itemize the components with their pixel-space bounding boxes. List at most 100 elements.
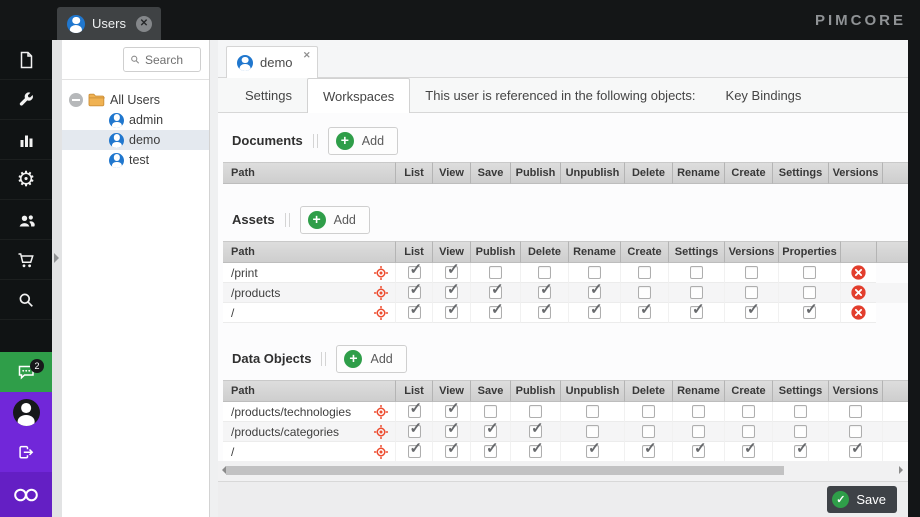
sidebar-item-logout[interactable] xyxy=(0,432,52,472)
column-header-path[interactable]: Path xyxy=(223,380,395,402)
column-header-settings[interactable]: Settings xyxy=(772,380,828,402)
permission-checkbox[interactable] xyxy=(794,442,809,458)
column-header-delete[interactable]: Delete xyxy=(624,380,672,402)
permission-checkbox[interactable] xyxy=(692,442,707,458)
column-header-view[interactable]: View xyxy=(432,241,470,263)
column-header-list[interactable]: List xyxy=(395,241,432,263)
remove-row-icon[interactable] xyxy=(851,285,866,300)
permission-checkbox[interactable] xyxy=(588,265,601,279)
add-assets-workspace-button[interactable]: + Add xyxy=(299,205,370,234)
column-header-create[interactable]: Create xyxy=(724,380,772,402)
column-header-delete[interactable]: Delete xyxy=(624,162,672,184)
permission-checkbox[interactable] xyxy=(642,424,655,438)
permission-checkbox[interactable] xyxy=(642,442,657,458)
column-header-view[interactable]: View xyxy=(432,162,470,184)
tree-node-all-users[interactable]: All Users xyxy=(62,90,209,110)
column-header-path[interactable]: Path xyxy=(223,162,395,184)
tree-node-admin[interactable]: admin xyxy=(62,110,209,130)
permission-checkbox[interactable] xyxy=(407,442,422,458)
permission-checkbox[interactable] xyxy=(407,402,422,418)
sidebar-item-notifications[interactable]: 2 xyxy=(0,352,52,392)
permission-checkbox[interactable] xyxy=(849,442,864,458)
permission-checkbox[interactable] xyxy=(803,285,816,299)
permission-checkbox[interactable] xyxy=(588,303,603,319)
column-header-list[interactable]: List xyxy=(395,162,432,184)
sidebar-item-documents[interactable] xyxy=(0,40,52,80)
permission-checkbox[interactable] xyxy=(445,402,460,418)
permission-checkbox[interactable] xyxy=(445,422,460,438)
sidebar-splitter[interactable] xyxy=(52,40,62,517)
sidebar-item-account[interactable] xyxy=(0,392,52,432)
sidebar-item-settings[interactable]: ⚙ xyxy=(0,160,52,200)
permission-checkbox[interactable] xyxy=(445,283,460,299)
permission-checkbox[interactable] xyxy=(529,442,544,458)
tab-settings[interactable]: Settings xyxy=(230,78,307,112)
column-header-create[interactable]: Create xyxy=(724,162,772,184)
column-header-unpublish[interactable]: Unpublish xyxy=(560,162,624,184)
column-header-rename[interactable]: Rename xyxy=(568,241,620,263)
permission-checkbox[interactable] xyxy=(849,404,862,418)
permission-checkbox[interactable] xyxy=(489,265,502,279)
permission-checkbox[interactable] xyxy=(489,303,504,319)
column-header-create[interactable]: Create xyxy=(620,241,668,263)
add-objects-workspace-button[interactable]: + Add xyxy=(336,344,407,373)
column-header-versions[interactable]: Versions xyxy=(828,162,882,184)
tab-key-bindings[interactable]: Key Bindings xyxy=(711,78,817,112)
sidebar-item-tools[interactable] xyxy=(0,80,52,120)
column-header-list[interactable]: List xyxy=(395,380,432,402)
tree-splitter[interactable] xyxy=(210,40,218,517)
scroll-left-arrow[interactable] xyxy=(218,466,226,474)
sidebar-item-ecommerce[interactable] xyxy=(0,240,52,280)
users-window-tab[interactable]: Users ✕ xyxy=(57,7,161,40)
locate-icon[interactable] xyxy=(374,305,388,320)
permission-checkbox[interactable] xyxy=(745,303,760,319)
sidebar-item-reports[interactable] xyxy=(0,120,52,160)
permission-checkbox[interactable] xyxy=(529,404,542,418)
column-header-publish[interactable]: Publish xyxy=(510,380,560,402)
permission-checkbox[interactable] xyxy=(742,424,755,438)
permission-checkbox[interactable] xyxy=(794,424,807,438)
column-header-settings[interactable]: Settings xyxy=(772,162,828,184)
permission-checkbox[interactable] xyxy=(586,442,601,458)
permission-checkbox[interactable] xyxy=(538,283,553,299)
remove-row-cell[interactable] xyxy=(840,283,876,303)
permission-checkbox[interactable] xyxy=(484,404,497,418)
permission-checkbox[interactable] xyxy=(407,263,422,279)
permission-checkbox[interactable] xyxy=(638,285,651,299)
sidebar-item-users[interactable] xyxy=(0,200,52,240)
permission-checkbox[interactable] xyxy=(445,263,460,279)
permission-checkbox[interactable] xyxy=(407,283,422,299)
remove-row-cell[interactable] xyxy=(840,303,876,323)
column-header-view[interactable]: View xyxy=(432,380,470,402)
permission-checkbox[interactable] xyxy=(489,283,504,299)
column-header-versions[interactable]: Versions xyxy=(828,380,882,402)
permission-checkbox[interactable] xyxy=(745,265,758,279)
permission-checkbox[interactable] xyxy=(803,303,818,319)
locate-icon[interactable] xyxy=(374,265,388,280)
permission-checkbox[interactable] xyxy=(692,424,705,438)
horizontal-scrollbar[interactable] xyxy=(218,461,908,481)
save-button[interactable]: ✓ Save xyxy=(827,486,897,513)
column-header-unpublish[interactable]: Unpublish xyxy=(560,380,624,402)
permission-checkbox[interactable] xyxy=(745,285,758,299)
locate-icon[interactable] xyxy=(374,424,388,439)
tree-search-field[interactable] xyxy=(123,47,201,72)
remove-row-icon[interactable] xyxy=(851,305,866,320)
locate-icon[interactable] xyxy=(374,444,388,459)
permission-checkbox[interactable] xyxy=(638,303,653,319)
column-header-rename[interactable]: Rename xyxy=(672,380,724,402)
column-header-settings[interactable]: Settings xyxy=(668,241,724,263)
permission-checkbox[interactable] xyxy=(794,404,807,418)
permission-checkbox[interactable] xyxy=(742,404,755,418)
scrollbar-thumb[interactable] xyxy=(226,466,784,475)
tree-node-demo[interactable]: demo xyxy=(62,130,209,150)
column-header-rename[interactable]: Rename xyxy=(672,162,724,184)
permission-checkbox[interactable] xyxy=(690,285,703,299)
column-header-versions[interactable]: Versions xyxy=(724,241,778,263)
scroll-right-arrow[interactable] xyxy=(899,466,907,474)
locate-icon[interactable] xyxy=(374,285,388,300)
search-input[interactable] xyxy=(144,52,194,67)
column-header-delete[interactable]: Delete xyxy=(520,241,568,263)
permission-checkbox[interactable] xyxy=(690,265,703,279)
permission-checkbox[interactable] xyxy=(588,283,603,299)
